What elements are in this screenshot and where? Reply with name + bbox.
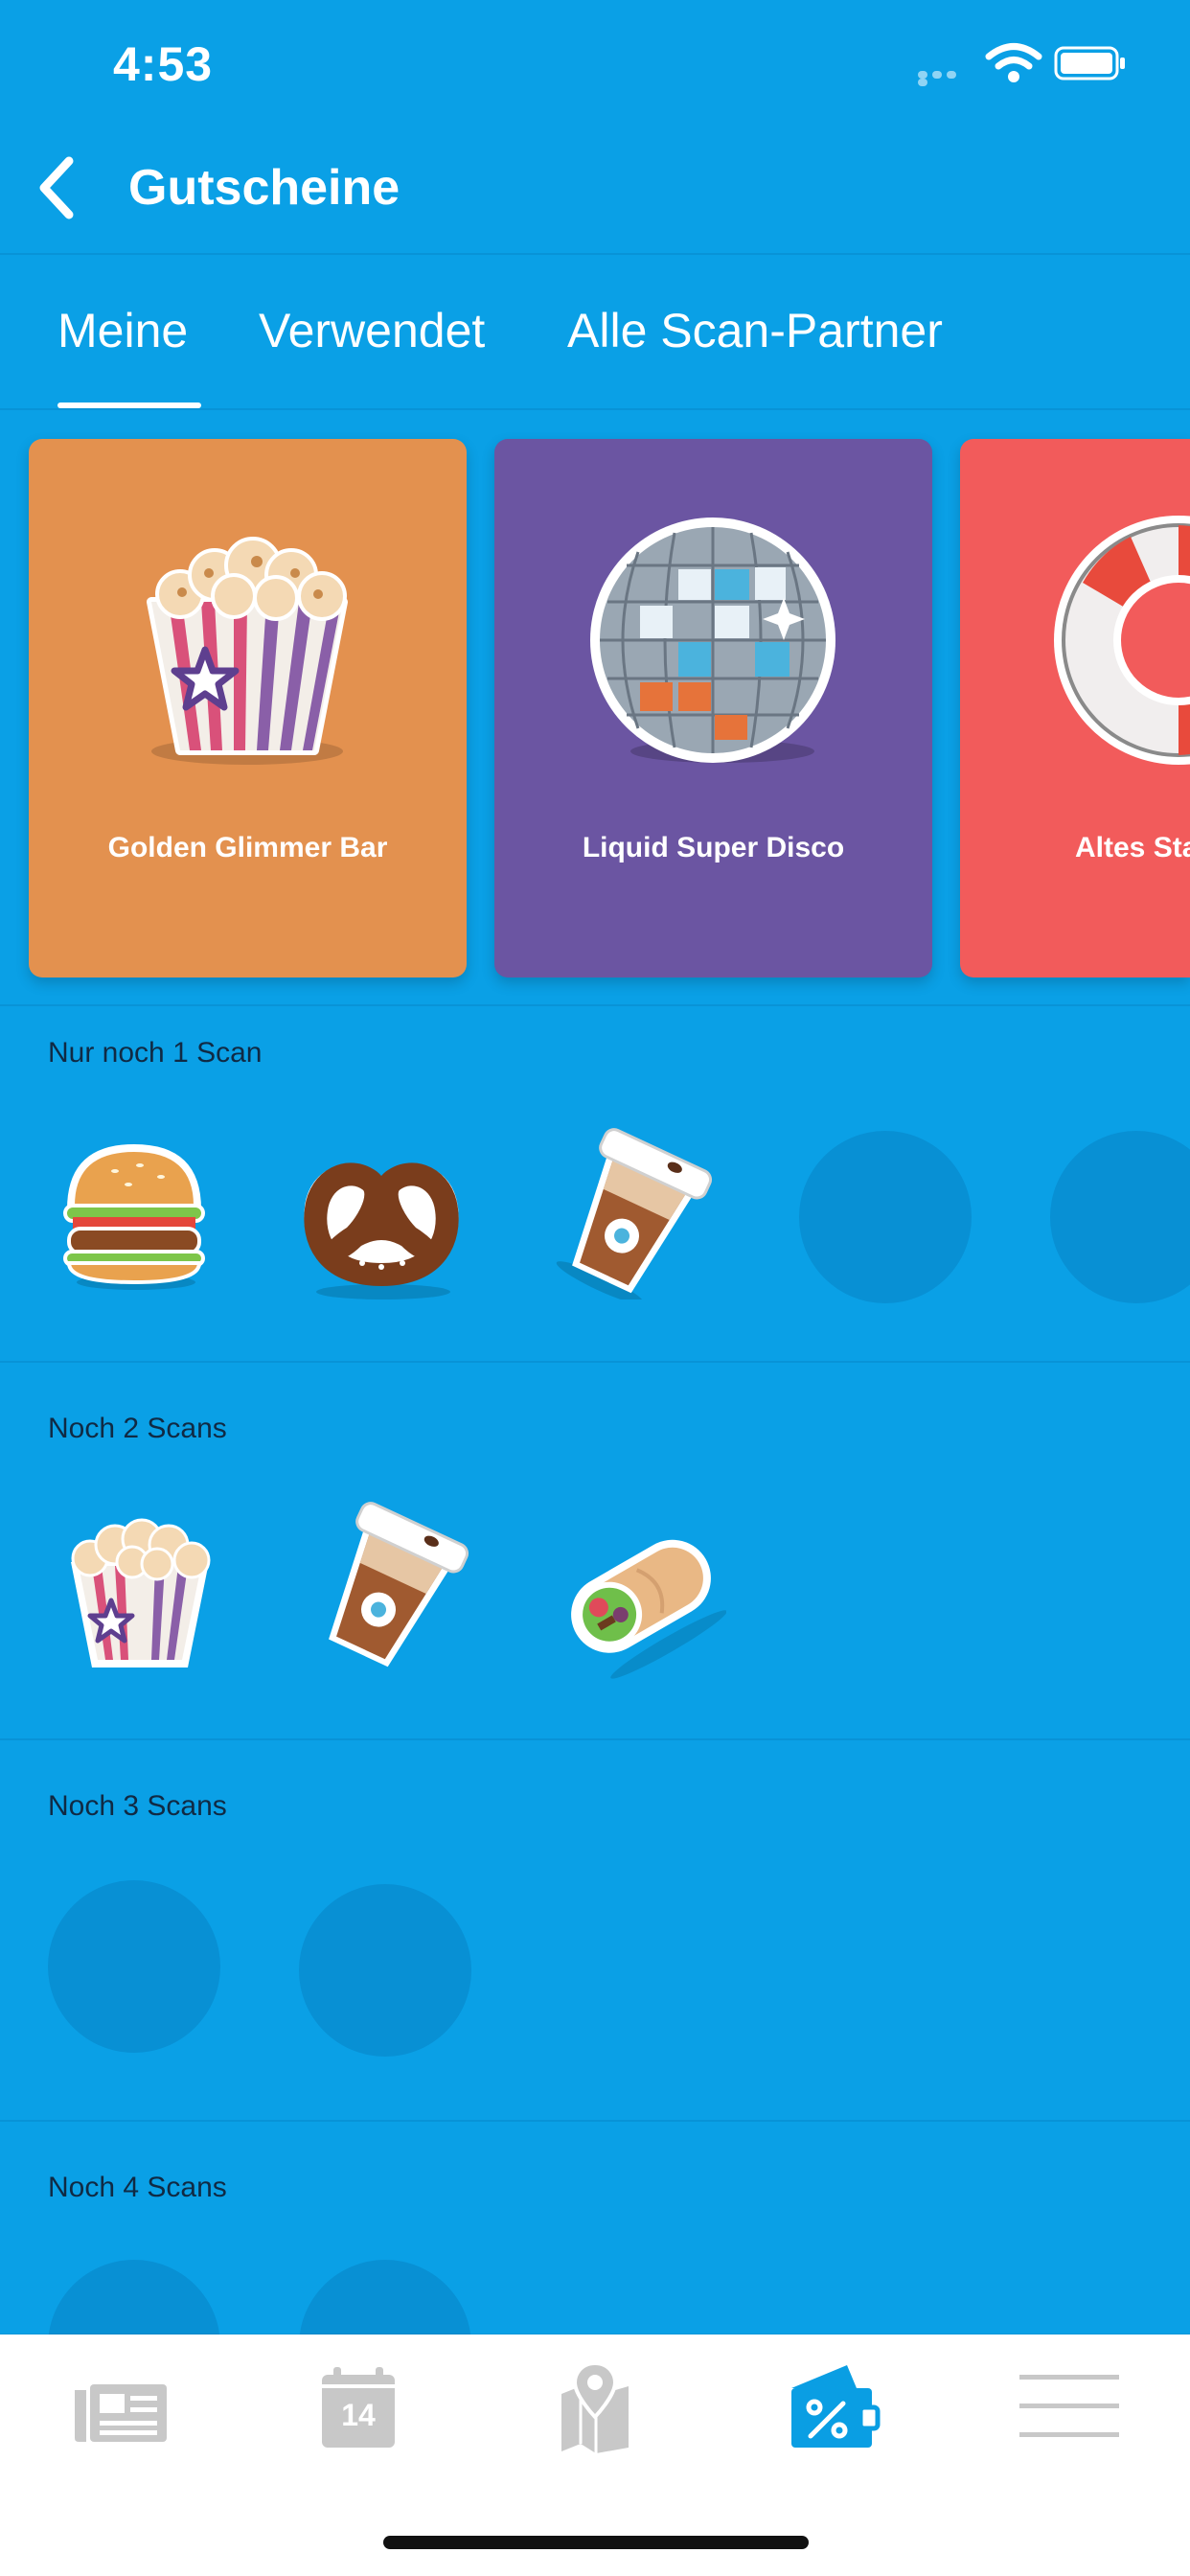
section-divider	[0, 1361, 1190, 1363]
empty-voucher-slot	[48, 1880, 220, 2053]
empty-voucher-slot	[799, 1131, 972, 1303]
voucher-card-liquid-super-disco[interactable]: Liquid Super Disco	[494, 439, 932, 978]
card-label: Altes Sta	[1075, 832, 1190, 863]
section-divider	[0, 1738, 1190, 1740]
chevron-left-icon	[39, 156, 74, 219]
voucher-card-golden-glimmer-bar[interactable]: Golden Glimmer Bar	[29, 439, 467, 978]
menu-icon[interactable]	[1016, 2361, 1121, 2453]
status-time: 4:53	[113, 37, 214, 91]
tab-alle-scan-partner[interactable]: Alle Scan-Partner	[567, 303, 943, 358]
disco-ball-icon	[590, 518, 835, 763]
battery-icon	[1054, 46, 1125, 80]
popcorn-icon	[147, 537, 348, 765]
coffee-cup-icon[interactable]	[546, 1127, 719, 1300]
lifebuoy-icon	[1054, 516, 1190, 765]
home-indicator	[383, 2536, 809, 2549]
section-divider	[0, 1004, 1190, 1006]
empty-voucher-slot	[1050, 1131, 1190, 1303]
page-title: Gutscheine	[128, 160, 400, 216]
news-icon[interactable]	[67, 2361, 172, 2453]
tab-verwendet[interactable]: Verwendet	[259, 303, 485, 358]
voucher-card-altes-sta[interactable]: Altes Sta	[960, 439, 1190, 978]
wifi-icon	[985, 43, 1042, 82]
wrap-icon[interactable]	[554, 1508, 726, 1681]
burger-icon[interactable]	[48, 1129, 220, 1301]
tabs-divider	[0, 408, 1190, 410]
coffee-cup-icon[interactable]	[303, 1501, 475, 1673]
calendar-tab[interactable]: 14	[305, 2361, 410, 2453]
section-divider	[0, 2120, 1190, 2122]
tab-meine[interactable]: Meine	[57, 303, 188, 358]
empty-voucher-slot	[299, 1884, 471, 2057]
section-title-nur-noch-1-scan: Nur noch 1 Scan	[48, 1037, 263, 1069]
pretzel-icon[interactable]	[295, 1140, 468, 1313]
header-divider	[0, 253, 1190, 255]
back-button[interactable]	[19, 151, 115, 224]
voucher-icon[interactable]	[778, 2361, 883, 2453]
cellular-signal-icon	[918, 71, 973, 86]
section-title-noch-2-scans: Noch 2 Scans	[48, 1413, 227, 1444]
card-label: Liquid Super Disco	[582, 832, 845, 863]
section-title-noch-4-scans: Noch 4 Scans	[48, 2172, 227, 2203]
calendar-day-label: 14	[341, 2398, 376, 2432]
section-title-noch-3-scans: Noch 3 Scans	[48, 1790, 227, 1822]
popcorn-icon[interactable]	[54, 1505, 226, 1677]
card-label: Golden Glimmer Bar	[107, 832, 388, 863]
map-icon[interactable]	[542, 2361, 648, 2453]
